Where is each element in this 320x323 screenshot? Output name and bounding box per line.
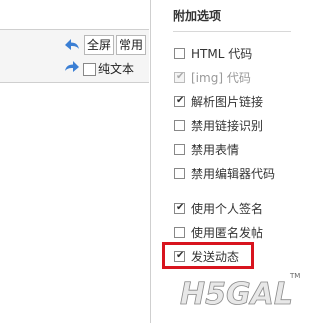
svg-text:H5GAL: H5GAL (180, 277, 293, 312)
common-button[interactable]: 常用 (116, 35, 147, 55)
checkbox[interactable] (174, 227, 185, 238)
options-divider (173, 31, 291, 32)
svg-text:TM: TM (289, 272, 300, 280)
plaintext-checkbox[interactable] (83, 63, 96, 76)
checkbox[interactable] (174, 120, 185, 131)
panel-divider (150, 0, 151, 323)
redo-arrow-icon[interactable] (64, 60, 80, 74)
checkbox[interactable] (174, 168, 185, 179)
checkbox: ✔ (174, 71, 185, 83)
editor-toolbar-area: 全屏 常用 纯文本 (0, 0, 152, 323)
checkbox[interactable]: ✔ (174, 95, 185, 107)
fullscreen-button[interactable]: 全屏 (84, 35, 115, 55)
site-watermark-logo: H5GAL TM (178, 262, 303, 318)
options-title: 附加选项 (173, 9, 222, 23)
checkbox[interactable] (174, 48, 185, 59)
plaintext-label: 纯文本 (98, 62, 135, 76)
undo-arrow-icon[interactable] (64, 38, 80, 52)
checkbox[interactable] (174, 144, 185, 155)
checkbox[interactable]: ✔ (174, 202, 185, 214)
